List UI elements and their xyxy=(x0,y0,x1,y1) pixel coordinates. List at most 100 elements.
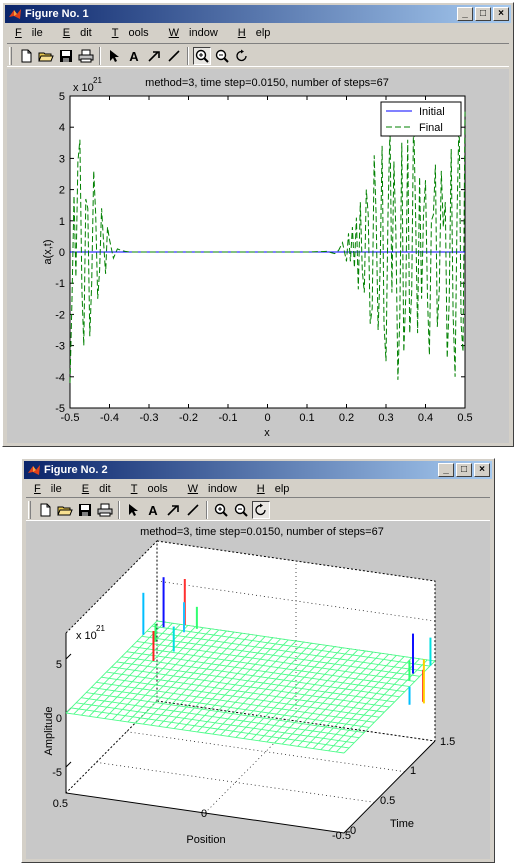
line-chart: method=3, time step=0.0150, number of st… xyxy=(42,76,473,439)
y-tick-label: 1 xyxy=(59,216,65,228)
close-button[interactable]: × xyxy=(474,463,490,477)
x-tick-label: -0.3 xyxy=(140,412,159,424)
time-tick-label: 1 xyxy=(410,765,416,777)
position-tick-label: 0.5 xyxy=(53,798,68,810)
y-axis-label: a(x,t) xyxy=(42,239,54,264)
time-axis-label: Time xyxy=(390,818,414,830)
position-tick-label: -0.5 xyxy=(332,830,351,842)
y-tick-label: -4 xyxy=(55,372,65,384)
menu-bar: File Edit Tools Window Help xyxy=(26,480,490,497)
menu-window[interactable]: Window xyxy=(161,27,230,39)
insert-line-icon[interactable] xyxy=(165,47,183,65)
z-axis-label: Amplitude xyxy=(43,707,55,756)
window-title: Figure No. 1 xyxy=(25,8,89,20)
x-tick-label: -0.4 xyxy=(100,412,119,424)
select-arrow-icon[interactable] xyxy=(124,501,142,519)
matlab-logo-icon xyxy=(9,9,21,19)
legend[interactable]: Initial Final xyxy=(380,101,462,137)
menu-help[interactable]: Help xyxy=(249,483,302,495)
figure-2-canvas[interactable]: method=3, time step=0.0150, number of st… xyxy=(26,521,490,859)
z-axis-exponent-power: 21 xyxy=(96,624,105,633)
open-file-icon[interactable] xyxy=(56,501,74,519)
figure-1-canvas[interactable]: method=3, time step=0.0150, number of st… xyxy=(7,69,509,443)
time-tick-label: 0.5 xyxy=(380,795,395,807)
menu-help[interactable]: Help xyxy=(230,27,283,39)
print-icon[interactable] xyxy=(96,501,114,519)
menu-bar: File Edit Tools Window Help xyxy=(7,24,509,41)
legend-label-final: Final xyxy=(419,122,443,134)
y-tick-label: 3 xyxy=(59,153,65,165)
y-tick-label: 4 xyxy=(59,122,65,134)
insert-text-icon[interactable]: A xyxy=(144,501,162,519)
figure-1-window[interactable]: Figure No. 1 _ □ × File Edit Tools Windo… xyxy=(2,2,514,447)
zoom-in-icon[interactable] xyxy=(212,501,230,519)
open-file-icon[interactable] xyxy=(37,47,55,65)
amplitude-tick-label: 0 xyxy=(56,713,62,725)
x-tick-label: -0.2 xyxy=(179,412,198,424)
print-icon[interactable] xyxy=(77,47,95,65)
figure-toolbar: A xyxy=(7,43,509,67)
svg-text:A: A xyxy=(148,503,158,517)
toolbar-separator xyxy=(118,501,120,519)
y-axis-exponent-power: 21 xyxy=(93,76,102,85)
toolbar-grip[interactable] xyxy=(28,501,31,519)
chart-title: method=3, time step=0.0150, number of st… xyxy=(140,526,384,538)
save-icon[interactable] xyxy=(57,47,75,65)
legend-label-initial: Initial xyxy=(419,106,445,118)
new-figure-icon[interactable] xyxy=(36,501,54,519)
menu-edit[interactable]: Edit xyxy=(74,483,123,495)
close-button[interactable]: × xyxy=(493,7,509,21)
y-tick-label: -3 xyxy=(55,341,65,353)
x-tick-label: 0 xyxy=(264,412,270,424)
zoom-out-icon[interactable] xyxy=(232,501,250,519)
new-figure-icon[interactable] xyxy=(17,47,35,65)
y-tick-label: 5 xyxy=(59,91,65,103)
time-tick-label: 0 xyxy=(350,825,356,837)
minimize-button[interactable]: _ xyxy=(457,7,473,21)
toolbar-grip[interactable] xyxy=(9,47,12,65)
menu-edit[interactable]: Edit xyxy=(55,27,104,39)
y-tick-label: -1 xyxy=(55,278,65,290)
menu-file[interactable]: File xyxy=(26,483,74,495)
title-bar[interactable]: Figure No. 2 _ □ × xyxy=(24,461,492,479)
select-arrow-icon[interactable] xyxy=(105,47,123,65)
position-tick-label: 0 xyxy=(201,808,207,820)
x-tick-label: 0.2 xyxy=(339,412,354,424)
insert-arrow-icon[interactable] xyxy=(164,501,182,519)
zoom-in-icon[interactable] xyxy=(193,47,211,65)
x-tick-label: 0.1 xyxy=(299,412,314,424)
rotate-3d-icon[interactable] xyxy=(233,47,251,65)
x-tick-label: 0.3 xyxy=(378,412,393,424)
chart-title: method=3, time step=0.0150, number of st… xyxy=(145,77,389,89)
time-tick-label: 1.5 xyxy=(440,736,455,748)
surface-plot: method=3, time step=0.0150, number of st… xyxy=(43,526,455,846)
title-bar[interactable]: Figure No. 1 _ □ × xyxy=(5,5,511,23)
rotate-3d-icon[interactable] xyxy=(252,501,270,519)
minimize-button[interactable]: _ xyxy=(438,463,454,477)
figure-toolbar: A xyxy=(26,497,490,521)
insert-text-icon[interactable]: A xyxy=(125,47,143,65)
insert-arrow-icon[interactable] xyxy=(145,47,163,65)
toolbar-separator xyxy=(99,47,101,65)
save-icon[interactable] xyxy=(76,501,94,519)
position-axis-label: Position xyxy=(186,834,225,846)
toolbar-separator xyxy=(206,501,208,519)
menu-tools[interactable]: Tools xyxy=(123,483,180,495)
y-tick-label: -5 xyxy=(55,403,65,415)
y-tick-label: 0 xyxy=(59,247,65,259)
amplitude-tick-label: 5 xyxy=(56,659,62,671)
window-title: Figure No. 2 xyxy=(44,464,108,476)
menu-window[interactable]: Window xyxy=(180,483,249,495)
figure-2-window[interactable]: Figure No. 2 _ □ × File Edit Tools Windo… xyxy=(21,458,495,863)
insert-line-icon[interactable] xyxy=(184,501,202,519)
maximize-button[interactable]: □ xyxy=(456,463,472,477)
menu-file[interactable]: File xyxy=(7,27,55,39)
z-axis-exponent: x 10 xyxy=(76,630,97,642)
zoom-out-icon[interactable] xyxy=(213,47,231,65)
y-axis-exponent: x 10 xyxy=(73,82,94,94)
x-tick-label: 0.5 xyxy=(457,412,472,424)
maximize-button[interactable]: □ xyxy=(475,7,491,21)
toolbar-separator xyxy=(187,47,189,65)
x-tick-label: -0.1 xyxy=(219,412,238,424)
menu-tools[interactable]: Tools xyxy=(104,27,161,39)
